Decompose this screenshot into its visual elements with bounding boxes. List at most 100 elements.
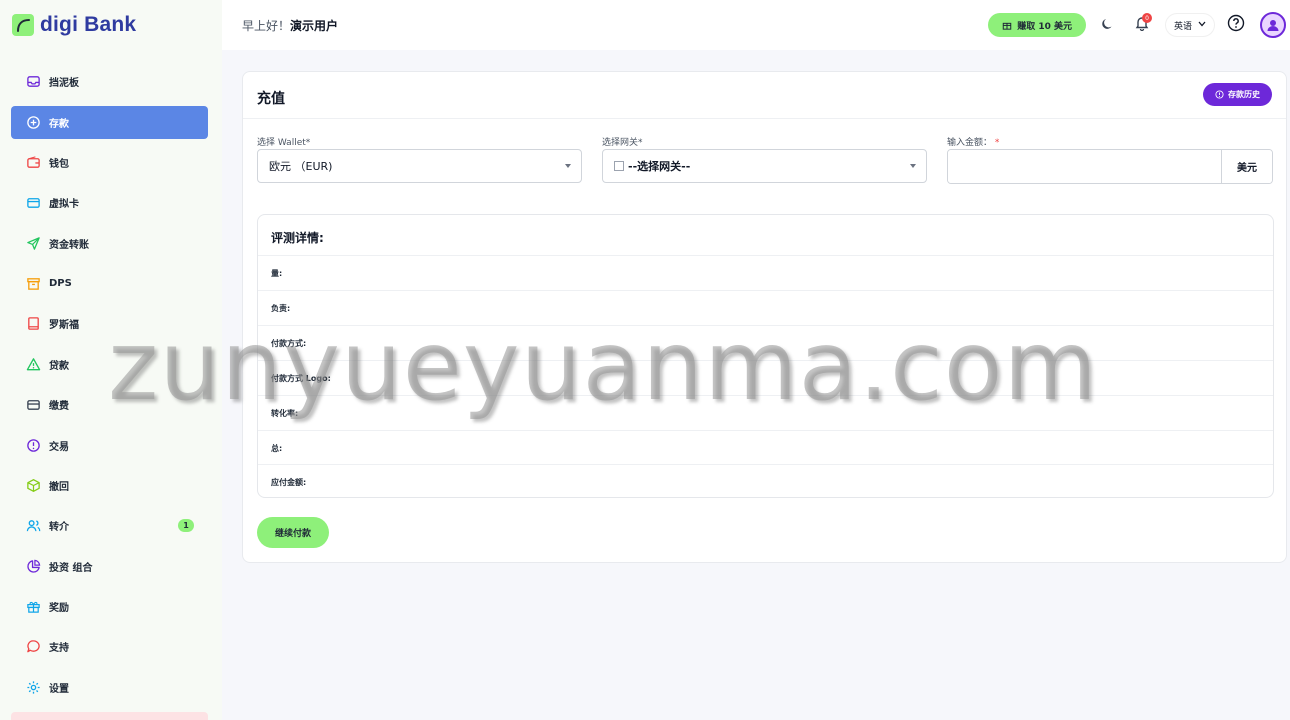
greeting: 早上好！演示用户 [242,17,338,34]
gift-icon [1002,20,1012,30]
wallet-icon [25,155,41,171]
sidebar-item-referral[interactable]: 转介 1 [11,509,208,542]
sidebar-item-label: 转介 [49,522,69,533]
history-icon [1215,90,1224,99]
alert-circle-icon [25,438,41,454]
referral-badge: 1 [178,519,194,532]
greeting-prefix: 早上好！ [242,18,291,33]
caret-down-icon [565,164,571,168]
card-icon [25,195,41,211]
sidebar-item-transactions[interactable]: 交易 [11,429,208,462]
gateway-select[interactable]: --选择网关-- [602,149,927,183]
earn-reward-button[interactable]: 赚取 10 美元 [988,13,1086,37]
gift-icon [25,599,41,615]
pie-chart-icon [25,559,41,575]
history-label: 存款历史 [1228,90,1260,99]
sidebar-item-bill-pay[interactable]: 缴费 [11,388,208,421]
sidebar-item-portfolio[interactable]: 投资 组合 [11,550,208,583]
notifications-button[interactable]: 0 [1130,13,1154,37]
sidebar-item-label: 缴费 [49,401,69,412]
sidebar-item-label: DPS [49,278,72,289]
detail-row-amount: 量: [258,255,1273,290]
message-icon [25,639,41,655]
sidebar-item-wallet[interactable]: 钱包 [11,146,208,179]
detail-row-charge: 负责: [258,290,1273,325]
gateway-label: 选择网关* [602,138,643,148]
send-icon [25,236,41,252]
sidebar-item-label: 资金转账 [49,240,89,251]
wallet-select[interactable]: 欧元 （EUR) [257,149,582,183]
sidebar-item-label: 钱包 [49,159,69,170]
detail-row-total: 总: [258,430,1273,465]
sidebar-item-transfer[interactable]: 资金转账 [11,227,208,260]
amount-label-text: 输入金额： [947,138,993,148]
language-select[interactable]: 英语 [1165,14,1214,36]
deposit-history-button[interactable]: 存款历史 [1203,83,1272,106]
wallet-label: 选择 Wallet* [257,138,311,148]
sidebar-item-support[interactable]: 支持 [11,630,208,663]
sidebar-item-label: 设置 [49,684,69,695]
amount-label: 输入金额： * [947,135,999,148]
sidebar-item-label: 虚拟卡 [49,199,79,210]
top-bar: digi Bank 早上好！演示用户 赚取 10 美元 0 英语 [0,0,1290,50]
sidebar-item-virtual-card[interactable]: 虚拟卡 [11,186,208,219]
detail-row-payment-logo: 付款方式 Logo: [258,360,1273,395]
sidebar-item-roosevelt[interactable]: 罗斯福 [11,307,208,340]
sidebar-item-settings[interactable]: 设置 [11,671,208,704]
sidebar-item-withdraw[interactable]: 撤回 [11,469,208,502]
chevron-down-icon [1198,20,1206,30]
sidebar-item-dashboard[interactable]: 挡泥板 [11,65,208,98]
amount-field-group: 美元 [947,149,1273,184]
deposit-card: 充值 存款历史 选择 Wallet* 欧元 （EUR) 选择网关* --选择网关… [242,71,1287,563]
sidebar: 挡泥板 存款 钱包 虚拟卡 资金转账 DPS 罗斯福 贷款 缴费 交易 撤回 转… [0,50,222,720]
warning-icon [25,357,41,373]
card-divider [243,118,1286,119]
detail-row-payment-method: 付款方式: [258,325,1273,360]
sidebar-item-label: 撤回 [49,482,69,493]
help-icon [1227,14,1245,36]
users-icon [25,518,41,534]
box-icon [25,478,41,494]
gateway-logo-icon [614,161,624,171]
theme-toggle-button[interactable] [1096,13,1120,37]
sidebar-item-loan[interactable]: 贷款 [11,348,208,381]
detail-row-conversion-rate: 转化率: [258,395,1273,430]
amount-input[interactable] [948,150,1221,183]
sidebar-item-label: 存款 [49,119,69,130]
required-marker: * [994,138,1000,148]
top-right-actions: 赚取 10 美元 0 英语 [988,12,1290,38]
archive-icon [25,276,41,292]
sidebar-item-label: 支持 [49,643,69,654]
user-avatar-icon[interactable] [1260,12,1286,38]
sidebar-item-dps[interactable]: DPS [11,267,208,300]
page-title: 充值 [257,91,285,107]
credit-card-icon [25,397,41,413]
user-name: 演示用户 [290,18,339,33]
gear-icon [25,680,41,696]
sidebar-item-logout[interactable] [11,712,208,720]
detail-row-payable: 应付金额: [258,464,1273,499]
moon-icon [1101,16,1115,35]
sidebar-item-label: 交易 [49,442,69,453]
help-button[interactable] [1224,13,1248,37]
review-details-panel: 评测详情: 量: 负责: 付款方式: 付款方式 Logo: 转化率: 总: 应付… [257,214,1274,498]
notification-badge: 0 [1141,13,1152,23]
gateway-selected-value: --选择网关-- [628,160,691,173]
caret-down-icon [910,164,916,168]
earn-label: 赚取 10 美元 [1017,21,1072,32]
sidebar-item-deposit[interactable]: 存款 [11,106,208,139]
wallet-selected-value: 欧元 （EUR) [269,160,333,173]
sidebar-item-label: 罗斯福 [49,320,79,331]
amount-currency-unit: 美元 [1221,150,1272,183]
inbox-icon [25,74,41,90]
sidebar-item-label: 挡泥板 [49,78,79,89]
logo[interactable]: digi Bank [0,0,222,50]
language-label: 英语 [1173,21,1192,32]
plus-circle-icon [25,115,41,131]
continue-payment-button[interactable]: 继续付款 [257,517,329,548]
book-icon [25,316,41,332]
sidebar-item-label: 贷款 [49,361,69,372]
sidebar-item-label: 投资 组合 [49,563,93,574]
review-details-title: 评测详情: [271,231,324,245]
sidebar-item-rewards[interactable]: 奖励 [11,590,208,623]
